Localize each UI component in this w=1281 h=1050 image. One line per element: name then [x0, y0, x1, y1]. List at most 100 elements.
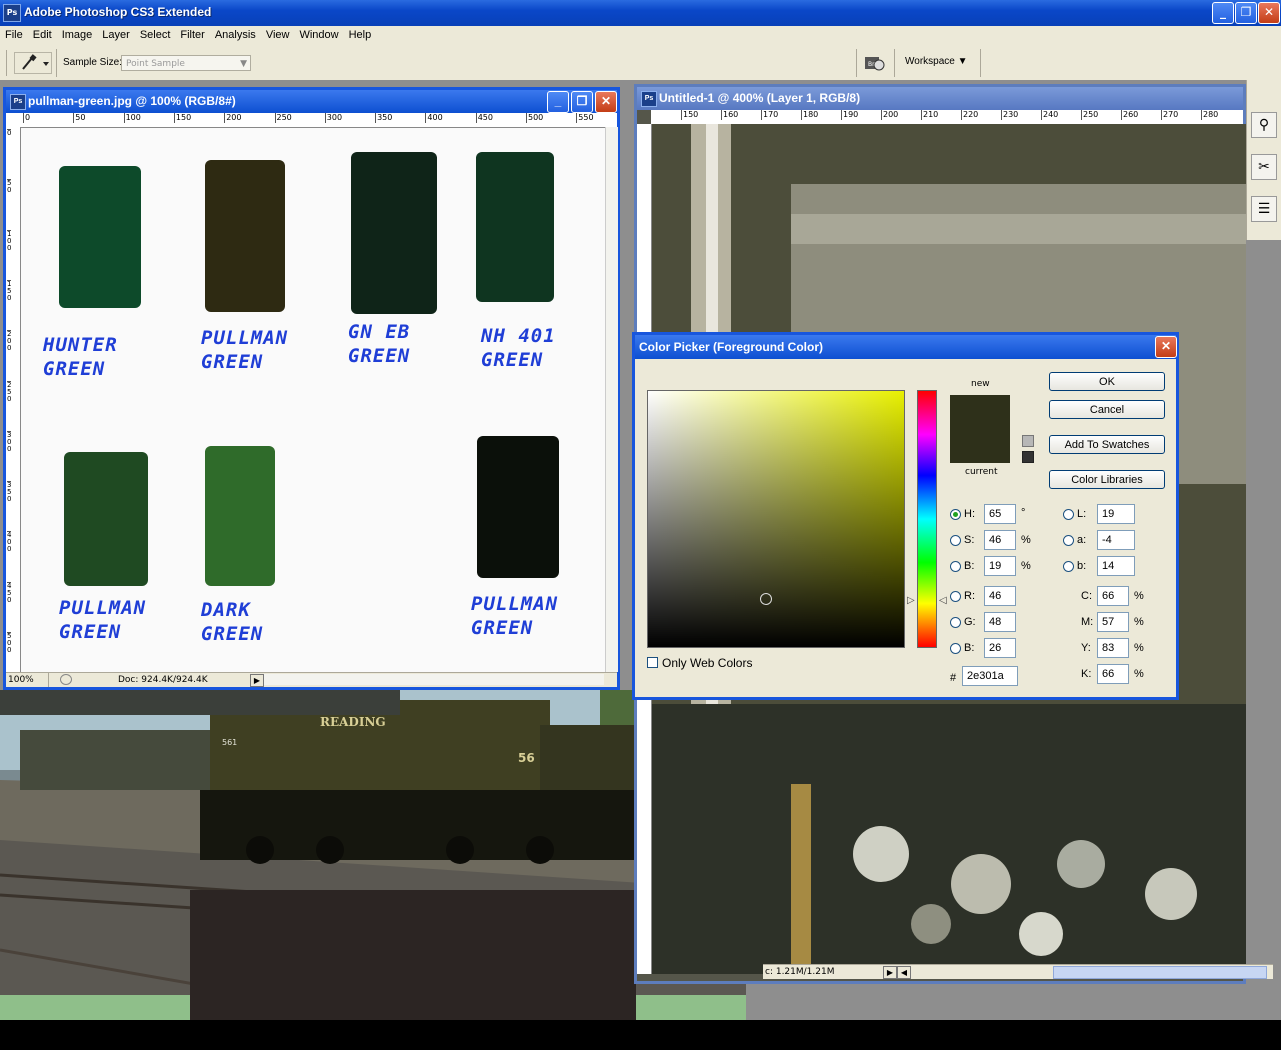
menu-select[interactable]: Select [135, 26, 176, 41]
loco-number: 56 [518, 751, 535, 765]
menu-image[interactable]: Image [57, 26, 98, 41]
ruler-tick-label: 250 [274, 113, 292, 123]
menu-edit[interactable]: Edit [28, 26, 57, 41]
radio-brightness[interactable] [950, 561, 961, 572]
lab-a-field[interactable]: -4 [1097, 530, 1135, 550]
radio-lab-b[interactable] [1063, 561, 1074, 572]
yellow-field[interactable]: 83 [1097, 638, 1129, 658]
current-color-swatch[interactable] [950, 429, 1010, 463]
cube-icon[interactable] [1022, 435, 1034, 447]
navigator-icon[interactable]: ⚲ [1251, 112, 1277, 138]
brightness-field[interactable]: 19 [984, 556, 1016, 576]
tool-preset-picker[interactable] [14, 52, 52, 74]
label-c: C: [1081, 590, 1092, 602]
info-icon[interactable]: ☰ [1251, 196, 1277, 222]
magenta-field[interactable]: 57 [1097, 612, 1129, 632]
horizontal-scrollbar[interactable] [1053, 966, 1267, 979]
new-label: new [971, 379, 990, 389]
menu-file[interactable]: File [0, 26, 28, 41]
menu-window[interactable]: Window [294, 26, 343, 41]
menu-analysis[interactable]: Analysis [210, 26, 261, 41]
hex-field[interactable]: 2e301a [962, 666, 1018, 686]
label-b: B: [964, 560, 975, 572]
black-field[interactable]: 66 [1097, 664, 1129, 684]
radio-a[interactable] [1063, 535, 1074, 546]
bridge-icon[interactable]: Br [864, 54, 886, 72]
close-button[interactable]: ✕ [1258, 2, 1280, 24]
tools-icon[interactable]: ✂ [1251, 154, 1277, 180]
hue-field[interactable]: 65 [984, 504, 1016, 524]
color-field-cursor[interactable] [760, 593, 772, 605]
status-menu-arrow[interactable]: ▶ [883, 966, 897, 979]
doc2-title-bar: Ps Untitled-1 @ 400% (Layer 1, RGB/8) [637, 87, 1243, 110]
label-blue: B: [964, 642, 975, 654]
nh401-green-swatch [476, 152, 554, 302]
lab-l-field[interactable]: 19 [1097, 504, 1135, 524]
cyan-field[interactable]: 66 [1097, 586, 1129, 606]
doc1-maximize-button[interactable]: ❐ [571, 91, 593, 113]
ok-button[interactable]: OK [1049, 372, 1165, 391]
doc1-close-button[interactable]: ✕ [595, 91, 617, 113]
color-field[interactable] [647, 390, 905, 648]
radio-blue[interactable] [950, 643, 961, 654]
doc1-minimize-button[interactable]: _ [547, 91, 569, 113]
loco-lettering: READING [320, 715, 386, 729]
dialog-title-bar: Color Picker (Foreground Color) ✕ [635, 335, 1177, 359]
radio-hue[interactable] [950, 509, 961, 520]
vertical-scrollbar[interactable] [605, 127, 618, 672]
slider-left-arrow-icon[interactable]: ▷ [907, 595, 915, 606]
minimize-button[interactable]: _ [1212, 2, 1234, 24]
ruler-tick-label: 100 [123, 113, 141, 123]
menu-filter[interactable]: Filter [175, 26, 209, 41]
cancel-button[interactable]: Cancel [1049, 400, 1165, 419]
ruler-tick-label: 190 [841, 110, 859, 120]
new-color-swatch [950, 395, 1010, 429]
radio-saturation[interactable] [950, 535, 961, 546]
chevron-down-icon: ▼ [957, 56, 968, 67]
slider-right-arrow-icon[interactable]: ◁ [939, 595, 947, 606]
photoshop-icon: Ps [641, 91, 657, 107]
menu-view[interactable]: View [261, 26, 295, 41]
maximize-button[interactable]: ❐ [1235, 2, 1257, 24]
separator [56, 49, 57, 77]
scroll-left-arrow[interactable]: ◀ [897, 966, 911, 979]
ruler-tick-label: 250 [1081, 110, 1099, 120]
horizontal-ruler: 150 160 170 180 190 200 210 220 230 240 250 260 270 2… [651, 110, 1243, 125]
zoom-level[interactable]: 100% [8, 673, 49, 687]
label-g: G: [964, 616, 976, 628]
menu-help[interactable]: Help [344, 26, 377, 41]
workspace-menu[interactable]: Workspace ▼ [905, 56, 968, 67]
current-label: current [965, 467, 998, 477]
status-menu-arrow[interactable]: ▶ [250, 674, 264, 687]
blue-field[interactable]: 26 [984, 638, 1016, 658]
horizontal-scrollbar[interactable] [264, 674, 604, 685]
ruler-tick-label: 1 0 0 [7, 229, 12, 252]
pullman-green-3-swatch [477, 436, 559, 578]
pullman-green-document-window[interactable]: Ps pullman-green.jpg @ 100% (RGB/8#) _ ❐… [3, 87, 620, 690]
info-circle-icon[interactable] [60, 674, 72, 685]
doc2-status-bar: c: 1.21M/1.21M ▶ ◀ [763, 964, 1273, 979]
label-l: L: [1077, 508, 1087, 520]
label-m: M: [1081, 616, 1094, 628]
red-field[interactable]: 46 [984, 586, 1016, 606]
add-to-swatches-button[interactable]: Add To Swatches [1049, 435, 1165, 454]
radio-lightness[interactable] [1063, 509, 1074, 520]
radio-green[interactable] [950, 617, 961, 628]
label-a: a: [1077, 534, 1087, 546]
web-safe-warning-icon[interactable] [1022, 451, 1034, 463]
hue-slider[interactable] [917, 390, 937, 648]
radio-red[interactable] [950, 591, 961, 602]
only-web-colors-checkbox[interactable] [647, 657, 658, 668]
ruler-tick-label: 2 5 0 [7, 380, 12, 403]
photoshop-icon: Ps [3, 4, 21, 22]
lab-b-field[interactable]: 14 [1097, 556, 1135, 576]
green-field[interactable]: 48 [984, 612, 1016, 632]
dark-green-swatch [205, 446, 275, 586]
saturation-field[interactable]: 46 [984, 530, 1016, 550]
dialog-close-button[interactable]: ✕ [1155, 336, 1177, 358]
label-pullman-green: PULLMAN GREEN [201, 327, 289, 373]
vertical-ruler: 0 5 0 1 0 0 1 5 0 2 0 0 2 5 0 3 0 0 3 5 0 4 0 0 4… [6, 127, 21, 672]
sample-size-select[interactable]: Point Sample ▼ [121, 55, 251, 71]
color-libraries-button[interactable]: Color Libraries [1049, 470, 1165, 489]
menu-layer[interactable]: Layer [97, 26, 135, 41]
